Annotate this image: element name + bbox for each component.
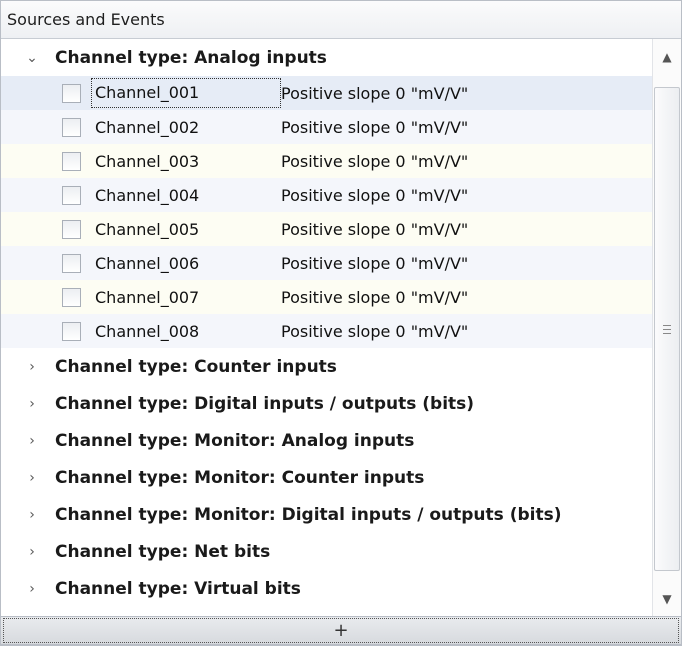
group-label: Channel type: Monitor: Counter inputs [55, 467, 425, 488]
channel-row[interactable]: Channel_006 Positive slope 0 "mV/V" [1, 246, 653, 280]
group-label: Channel type: Monitor: Digital inputs / … [55, 504, 562, 525]
channel-name: Channel_007 [95, 287, 200, 307]
scroll-up-arrow-icon[interactable]: ▲ [653, 39, 681, 75]
chevron-right-icon[interactable]: › [25, 470, 39, 486]
channel-event: Positive slope 0 "mV/V" [281, 117, 469, 137]
sources-events-panel: Sources and Events ⌄ Channel type: Analo… [0, 0, 682, 646]
channel-event: Positive slope 0 "mV/V" [281, 321, 469, 341]
group-analog-inputs[interactable]: ⌄ Channel type: Analog inputs [1, 39, 653, 76]
row-checkbox[interactable] [62, 219, 81, 239]
scrollbar-thumb[interactable] [654, 87, 680, 571]
channel-event: Positive slope 0 "mV/V" [281, 253, 469, 273]
panel-title: Sources and Events [1, 1, 681, 39]
row-checkbox[interactable] [62, 83, 81, 103]
collapsed-group[interactable]: › Channel type: Monitor: Counter inputs [1, 459, 653, 496]
channel-row[interactable]: Channel_002 Positive slope 0 "mV/V" [1, 110, 653, 144]
channel-row[interactable]: Channel_004 Positive slope 0 "mV/V" [1, 178, 653, 212]
scroll-down-arrow-icon[interactable]: ▼ [653, 581, 681, 617]
channel-event: Positive slope 0 "mV/V" [281, 219, 469, 239]
group-label: Channel type: Digital inputs / outputs (… [55, 393, 475, 414]
channel-event: Positive slope 0 "mV/V" [281, 185, 469, 205]
row-checkbox[interactable] [62, 253, 81, 273]
grip-icon [663, 324, 671, 334]
collapsed-group[interactable]: › Channel type: Virtual bits [1, 570, 653, 607]
channel-row[interactable]: Channel_005 Positive slope 0 "mV/V" [1, 212, 653, 246]
chevron-right-icon[interactable]: › [25, 507, 39, 523]
chevron-right-icon[interactable]: › [25, 433, 39, 449]
collapsed-group[interactable]: › Channel type: Monitor: Digital inputs /… [1, 496, 653, 533]
collapsed-group[interactable]: › Channel type: Counter inputs [1, 348, 653, 385]
vertical-scrollbar[interactable]: ▲ ▼ [652, 39, 681, 617]
collapsed-group[interactable]: › Channel type: Monitor: Analog inputs [1, 422, 653, 459]
chevron-right-icon[interactable]: › [25, 581, 39, 597]
group-label: Channel type: Monitor: Analog inputs [55, 430, 415, 451]
channel-row[interactable]: Channel_001 Positive slope 0 "mV/V" [1, 76, 653, 110]
chevron-down-icon[interactable]: ⌄ [25, 50, 39, 66]
group-label: Channel type: Net bits [55, 541, 271, 562]
add-button[interactable]: + [1, 616, 681, 645]
channel-name: Channel_008 [95, 321, 200, 341]
group-label: Channel type: Virtual bits [55, 578, 301, 599]
chevron-right-icon[interactable]: › [25, 396, 39, 412]
channel-tree: ⌄ Channel type: Analog inputs Channel_00… [1, 39, 653, 617]
collapsed-group[interactable]: › Channel type: Digital inputs / outputs … [1, 385, 653, 422]
channel-name: Channel_001 [91, 78, 281, 108]
row-checkbox[interactable] [62, 117, 81, 137]
row-checkbox[interactable] [62, 321, 81, 341]
group-label: Channel type: Analog inputs [55, 47, 327, 68]
row-checkbox[interactable] [62, 287, 81, 307]
chevron-right-icon[interactable]: › [25, 359, 39, 375]
channel-event: Positive slope 0 "mV/V" [281, 83, 469, 103]
channel-name: Channel_006 [95, 253, 200, 273]
channel-row[interactable]: Channel_007 Positive slope 0 "mV/V" [1, 280, 653, 314]
channel-event: Positive slope 0 "mV/V" [281, 287, 469, 307]
chevron-right-icon[interactable]: › [25, 544, 39, 560]
channel-row[interactable]: Channel_008 Positive slope 0 "mV/V" [1, 314, 653, 348]
channel-event: Positive slope 0 "mV/V" [281, 151, 469, 171]
row-checkbox[interactable] [62, 151, 81, 171]
channel-name: Channel_004 [95, 185, 200, 205]
channel-name: Channel_002 [95, 117, 200, 137]
channel-name: Channel_005 [95, 219, 200, 239]
row-checkbox[interactable] [62, 185, 81, 205]
channel-row[interactable]: Channel_003 Positive slope 0 "mV/V" [1, 144, 653, 178]
group-label: Channel type: Counter inputs [55, 356, 337, 377]
channel-name: Channel_003 [95, 151, 200, 171]
collapsed-group[interactable]: › Channel type: Net bits [1, 533, 653, 570]
